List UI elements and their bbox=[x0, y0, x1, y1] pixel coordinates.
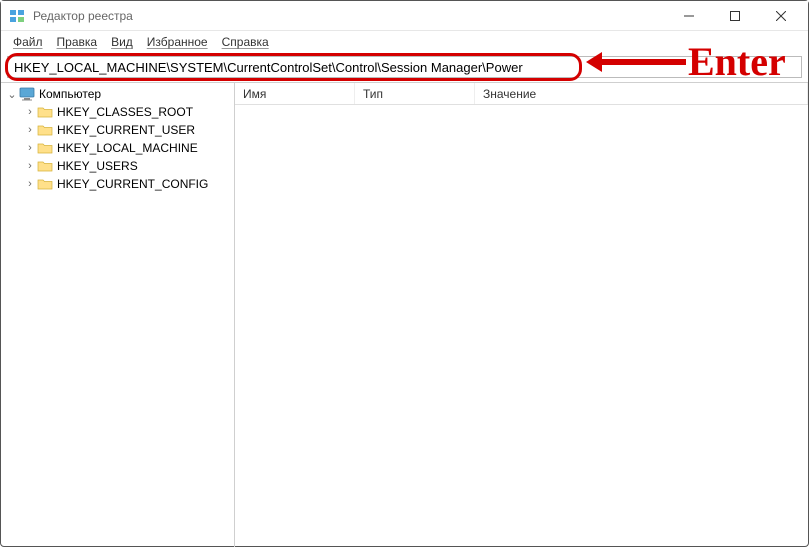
folder-icon bbox=[37, 177, 53, 191]
tree-item-label: HKEY_CURRENT_USER bbox=[57, 123, 195, 137]
window-controls bbox=[666, 1, 804, 31]
addressbar-container: Enter bbox=[1, 54, 808, 82]
address-input[interactable] bbox=[7, 56, 802, 78]
menu-view[interactable]: Вид bbox=[105, 33, 139, 51]
chevron-right-icon[interactable]: › bbox=[23, 178, 37, 190]
list-header: Имя Тип Значение bbox=[235, 83, 808, 105]
titlebar: Редактор реестра bbox=[1, 1, 808, 31]
content-area: ⌄ Компьютер › HKEY_CLASSES_ROOT › HKEY_C… bbox=[1, 82, 808, 547]
tree-item-hkcr[interactable]: › HKEY_CLASSES_ROOT bbox=[19, 103, 234, 121]
menu-help[interactable]: Справка bbox=[216, 33, 275, 51]
chevron-down-icon[interactable]: ⌄ bbox=[5, 88, 19, 101]
column-header-type[interactable]: Тип bbox=[355, 83, 475, 104]
minimize-button[interactable] bbox=[666, 1, 712, 31]
menubar: Файл Правка Вид Избранное Справка bbox=[1, 31, 808, 54]
tree-item-label: HKEY_LOCAL_MACHINE bbox=[57, 141, 198, 155]
chevron-right-icon[interactable]: › bbox=[23, 124, 37, 136]
folder-icon bbox=[37, 123, 53, 137]
tree-root-computer[interactable]: ⌄ Компьютер bbox=[1, 85, 234, 103]
close-button[interactable] bbox=[758, 1, 804, 31]
column-header-value[interactable]: Значение bbox=[475, 83, 808, 104]
tree-root-label: Компьютер bbox=[39, 87, 101, 101]
folder-icon bbox=[37, 159, 53, 173]
menu-edit[interactable]: Правка bbox=[51, 33, 104, 51]
tree-item-hkcc[interactable]: › HKEY_CURRENT_CONFIG bbox=[19, 175, 234, 193]
menu-file[interactable]: Файл bbox=[7, 33, 49, 51]
chevron-right-icon[interactable]: › bbox=[23, 142, 37, 154]
tree-item-hklm[interactable]: › HKEY_LOCAL_MACHINE bbox=[19, 139, 234, 157]
regedit-icon bbox=[9, 8, 25, 24]
menu-favorites[interactable]: Избранное bbox=[141, 33, 214, 51]
tree-item-hku[interactable]: › HKEY_USERS bbox=[19, 157, 234, 175]
folder-icon bbox=[37, 141, 53, 155]
tree-item-label: HKEY_CLASSES_ROOT bbox=[57, 105, 193, 119]
column-header-name[interactable]: Имя bbox=[235, 83, 355, 104]
chevron-right-icon[interactable]: › bbox=[23, 106, 37, 118]
tree-item-label: HKEY_USERS bbox=[57, 159, 138, 173]
list-pane[interactable]: Имя Тип Значение bbox=[235, 83, 808, 547]
chevron-right-icon[interactable]: › bbox=[23, 160, 37, 172]
folder-icon bbox=[37, 105, 53, 119]
tree-item-label: HKEY_CURRENT_CONFIG bbox=[57, 177, 208, 191]
window-title: Редактор реестра bbox=[33, 9, 666, 23]
maximize-button[interactable] bbox=[712, 1, 758, 31]
tree-item-hkcu[interactable]: › HKEY_CURRENT_USER bbox=[19, 121, 234, 139]
tree-pane[interactable]: ⌄ Компьютер › HKEY_CLASSES_ROOT › HKEY_C… bbox=[1, 83, 235, 547]
computer-icon bbox=[19, 87, 35, 101]
